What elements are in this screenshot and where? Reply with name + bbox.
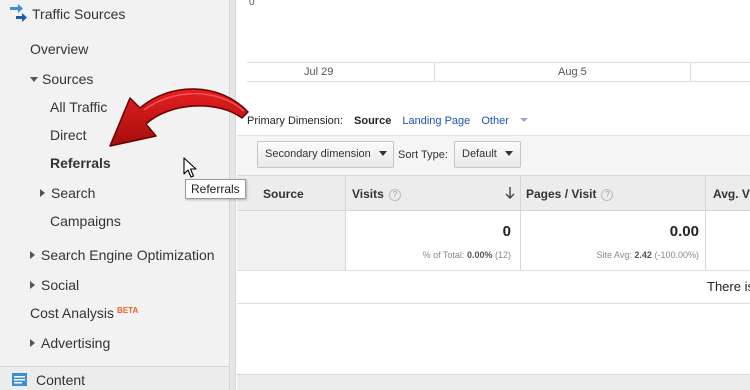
chart-x-label: Jul 29 (304, 66, 334, 78)
total-pages-visit: 0.00 (669, 223, 699, 240)
sidebar-item-label: Direct (50, 127, 87, 143)
dimension-other-label: Other (481, 115, 509, 127)
content-section-label: Content (36, 372, 86, 388)
sidebar-item-label: Search Engine Optimization (41, 247, 215, 263)
sidebar-item-cost-analysis[interactable]: Cost Analysis BETA (30, 305, 138, 321)
sidebar-item-social[interactable]: Social (30, 277, 79, 293)
chart-tick (690, 62, 691, 81)
bottom-scroll-area (237, 374, 750, 390)
column-label: Pages / Visit (526, 187, 597, 201)
sidebar-item-label: Cost Analysis (30, 305, 115, 321)
row-divider (237, 270, 750, 271)
referrals-tooltip: Referrals (185, 179, 246, 199)
secondary-dimension-dropdown[interactable]: Secondary dimension (257, 141, 394, 168)
main-panel: 0 Jul 29 Aug 5 Primary Dimension: Source… (237, 0, 750, 390)
content-page-icon (12, 373, 27, 386)
site-avg-label: Site Avg: (596, 250, 632, 260)
chart-baseline (247, 62, 750, 63)
chevron-down-icon (504, 151, 513, 156)
traffic-sources-header[interactable]: Traffic Sources (8, 4, 125, 24)
column-header-source[interactable]: Source (263, 176, 304, 211)
sidebar-item-label: Search (51, 185, 96, 201)
column-header-visits[interactable]: Visits? (352, 176, 401, 211)
sidebar-item-overview[interactable]: Overview (30, 41, 88, 57)
column-divider (520, 211, 521, 270)
collapsed-caret-icon (40, 189, 45, 197)
sidebar-item-label: Overview (30, 41, 89, 57)
primary-dimension-label: Primary Dimension: (247, 115, 343, 127)
percent-label: % of Total: (422, 250, 465, 260)
row-divider (237, 303, 750, 304)
help-icon[interactable]: ? (601, 189, 614, 201)
column-header-avg-visit[interactable]: Avg. V (713, 176, 750, 211)
empty-table-message: There is (707, 279, 750, 294)
help-icon[interactable]: ? (388, 189, 401, 201)
sidebar-item-advertising[interactable]: Advertising (30, 335, 110, 351)
red-annotation-arrow-icon (109, 88, 249, 147)
chart-axis-line (247, 81, 750, 82)
sort-descending-arrow-icon[interactable] (504, 185, 516, 201)
sidebar-item-direct[interactable]: Direct (50, 127, 87, 143)
table-controls: Secondary dimension Sort Type: Default (237, 135, 750, 175)
sidebar-item-campaigns[interactable]: Campaigns (50, 213, 121, 229)
sidebar-item-search[interactable]: Search (40, 185, 95, 201)
site-avg-value: 2.42 (634, 250, 652, 260)
sidebar-item-sources[interactable]: Sources (30, 71, 93, 87)
sidebar-item-label: Social (41, 277, 80, 293)
dimension-landing-page[interactable]: Landing Page (402, 115, 470, 127)
traffic-sources-arrows-icon (10, 4, 27, 22)
chevron-down-icon (378, 151, 387, 156)
column-divider (520, 176, 521, 211)
beta-badge: BETA (117, 306, 139, 315)
collapsed-caret-icon (30, 339, 35, 347)
sidebar-item-seo[interactable]: Search Engine Optimization (30, 247, 215, 263)
column-divider (345, 211, 346, 270)
sidebar-item-all-traffic[interactable]: All Traffic (50, 99, 107, 115)
column-divider (705, 176, 706, 211)
chevron-down-icon (519, 118, 528, 122)
sidebar-item-label: Campaigns (50, 213, 121, 229)
collapsed-caret-icon (30, 251, 35, 259)
sort-type-label: Sort Type: (398, 149, 448, 161)
sort-type-dropdown[interactable]: Default (454, 141, 521, 168)
site-avg-delta: (-100.00%) (654, 250, 699, 260)
dimension-other[interactable]: Other (481, 115, 536, 127)
traffic-sources-title: Traffic Sources (32, 6, 126, 22)
chart-x-label: Aug 5 (558, 66, 587, 78)
chart-tick (434, 62, 435, 81)
sidebar-item-label: Sources (42, 71, 94, 87)
secondary-dimension-label: Secondary dimension (265, 148, 371, 160)
pages-visit-site-avg: Site Avg: 2.42 (-100.00%) (527, 250, 699, 260)
totals-row: 0 % of Total: 0.00% (12) 0.00 Site Avg: … (237, 211, 750, 270)
collapsed-caret-icon (30, 281, 35, 289)
dimension-source: Source (354, 115, 392, 127)
sort-type-value: Default (462, 148, 497, 160)
sidebar-item-label: Advertising (41, 335, 111, 351)
column-header-pages-visit[interactable]: Pages / Visit? (526, 176, 614, 211)
total-visits: 0 (502, 223, 511, 240)
percent-value: 0.00% (466, 250, 493, 260)
total-visits-percent: % of Total: 0.00% (12) (357, 250, 511, 260)
chart-y-tick: 0 (249, 0, 255, 8)
visits-count: (12) (494, 250, 511, 260)
totals-source-cell (237, 211, 345, 270)
sidebar-section-content[interactable]: Content (0, 366, 229, 390)
expanded-caret-icon (30, 77, 38, 82)
mouse-pointer-icon (183, 157, 197, 178)
primary-dimension-bar: Primary Dimension: Source Landing Page O… (247, 115, 544, 127)
sidebar-item-label: All Traffic (50, 99, 108, 115)
column-divider (345, 176, 346, 211)
column-label: Visits (352, 187, 384, 201)
column-divider (705, 211, 706, 270)
table-header: Source Visits? Pages / Visit? Avg. V (237, 175, 750, 211)
